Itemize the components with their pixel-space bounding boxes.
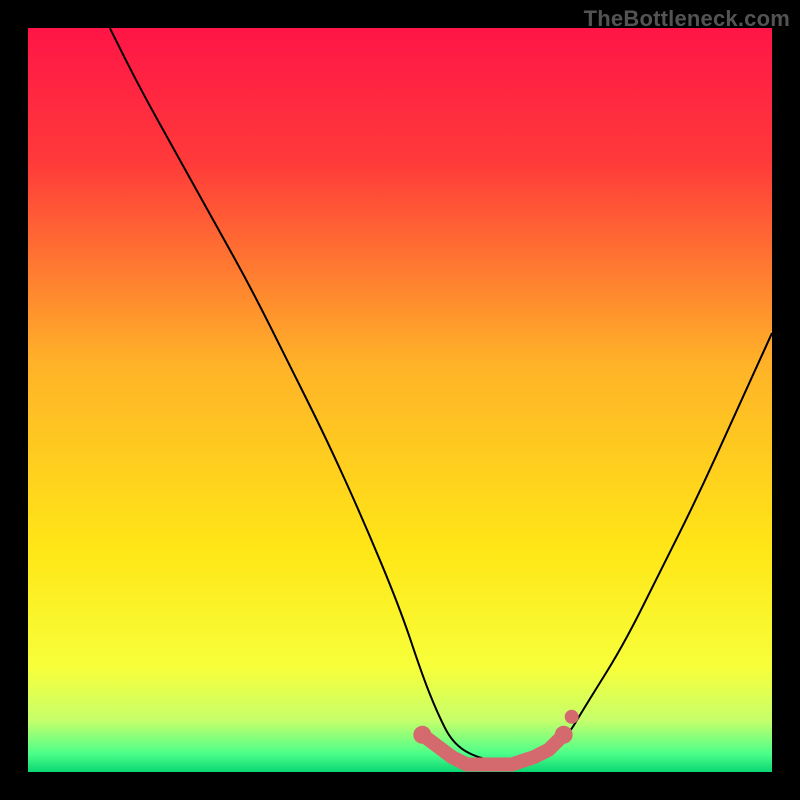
marker-end-dot [555,726,573,744]
chart-plot-area [28,28,772,772]
marker-detached-dot [565,710,579,724]
marker-start-dot [413,726,431,744]
gradient-background [28,28,772,772]
chart-stage: TheBottleneck.com [0,0,800,800]
chart-svg [28,28,772,772]
